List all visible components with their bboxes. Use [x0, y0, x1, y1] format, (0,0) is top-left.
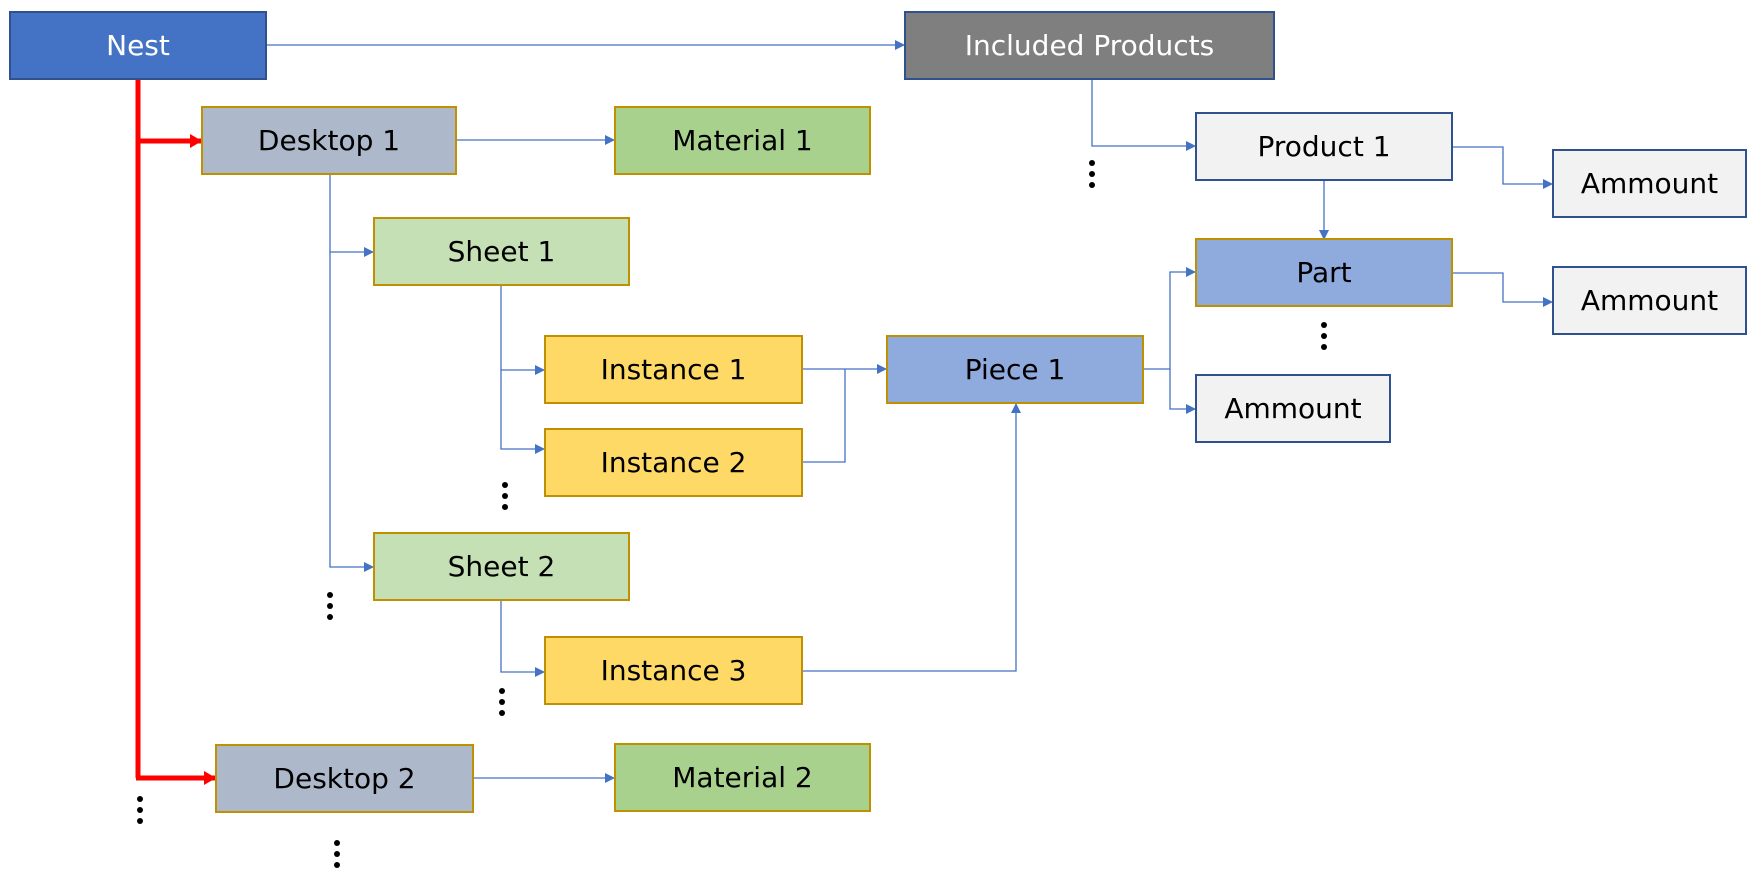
connector-desktop1-sheet1 [329, 175, 374, 257]
node-label: Nest [106, 29, 170, 62]
node-desktop-2[interactable]: Desktop 2 [215, 744, 474, 813]
ellipsis-more-sheets [324, 592, 336, 625]
node-amount-product[interactable]: Ammount [1552, 149, 1747, 218]
node-label: Instance 1 [600, 353, 747, 386]
node-amount-part[interactable]: Ammount [1552, 266, 1747, 335]
connector-piece1-part [1144, 267, 1196, 370]
ellipsis-more-instances-sheet2 [496, 688, 508, 721]
node-sheet-2[interactable]: Sheet 2 [373, 532, 630, 601]
node-desktop-1[interactable]: Desktop 1 [201, 106, 457, 175]
node-label: Material 1 [672, 124, 813, 157]
node-included-products[interactable]: Included Products [904, 11, 1275, 80]
node-label: Part [1296, 256, 1352, 289]
node-part[interactable]: Part [1195, 238, 1453, 307]
node-nest[interactable]: Nest [9, 11, 267, 80]
node-label: Sheet 2 [447, 550, 556, 583]
connector-product1-amount [1453, 146, 1553, 189]
ellipsis-more-instances-sheet1 [499, 482, 511, 515]
node-piece-1[interactable]: Piece 1 [886, 335, 1144, 404]
ellipsis-more-products [1086, 160, 1098, 193]
connector-sheet1-instance1 [500, 286, 545, 375]
node-material-1[interactable]: Material 1 [614, 106, 871, 175]
node-material-2[interactable]: Material 2 [614, 743, 871, 812]
connector-sheet2-instance3 [500, 601, 545, 677]
node-instance-2[interactable]: Instance 2 [544, 428, 803, 497]
node-label: Product 1 [1257, 130, 1391, 163]
connector-included-product1 [1091, 80, 1196, 151]
ellipsis-more-sheets-desktop2 [331, 840, 343, 873]
node-label: Desktop 1 [257, 124, 401, 157]
node-label: Ammount [1580, 167, 1719, 200]
connector-instance3-piece1 [803, 403, 1021, 672]
ellipsis-more-parts [1318, 322, 1330, 355]
node-label: Desktop 2 [273, 762, 416, 795]
node-label: Material 2 [672, 761, 813, 794]
node-label: Instance 2 [600, 446, 747, 479]
node-label: Piece 1 [964, 353, 1066, 386]
node-label: Ammount [1580, 284, 1719, 317]
node-label: Instance 3 [600, 654, 747, 687]
ellipsis-more-desktops [134, 796, 146, 829]
node-instance-1[interactable]: Instance 1 [544, 335, 803, 404]
node-amount-piece[interactable]: Ammount [1195, 374, 1391, 443]
connector-instance2-piece1 [803, 369, 846, 463]
connector-sheet1-instance2 [500, 370, 545, 454]
node-label: Ammount [1224, 392, 1362, 425]
connector-piece1-amount [1169, 369, 1196, 414]
node-label: Sheet 1 [447, 235, 556, 268]
connector-part-amount [1453, 272, 1553, 307]
node-label: Included Products [964, 29, 1215, 62]
node-sheet-1[interactable]: Sheet 1 [373, 217, 630, 286]
node-product-1[interactable]: Product 1 [1195, 112, 1453, 181]
node-instance-3[interactable]: Instance 3 [544, 636, 803, 705]
connector-desktop1-sheet2 [329, 252, 374, 572]
